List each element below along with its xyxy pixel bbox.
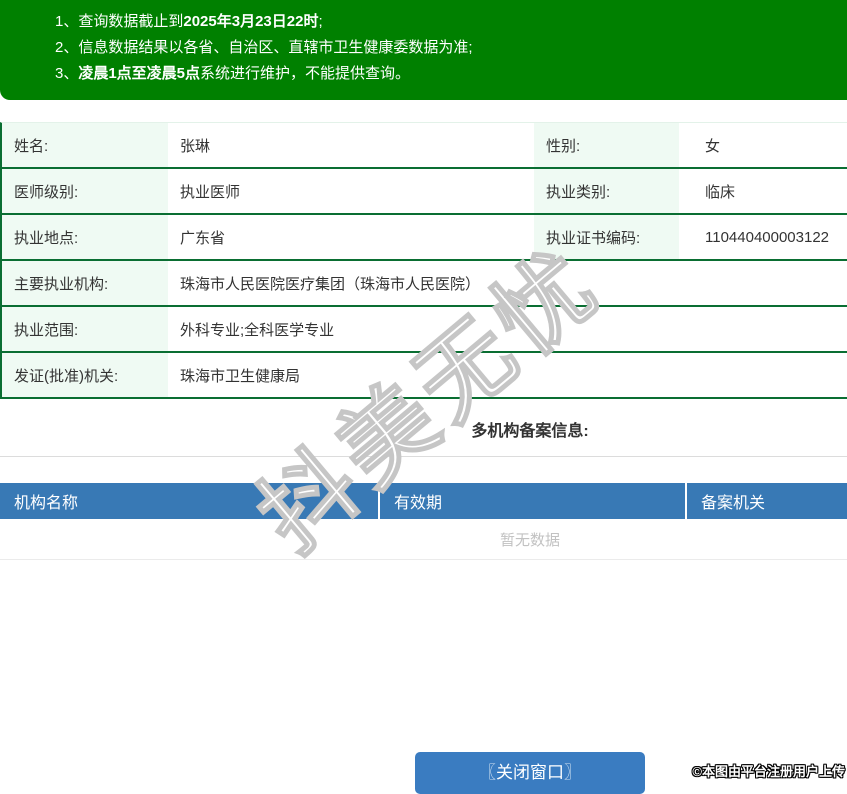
field-value-main-institution: 珠海市人民医院医疗集团（珠海市人民医院） [168,261,847,305]
field-label-issuing-authority: 发证(批准)机关: [2,353,168,397]
field-label-certificate-number: 执业证书编码: [534,215,679,259]
table-row: 主要执业机构: 珠海市人民医院医疗集团（珠海市人民医院） [2,261,847,307]
field-value-practice-scope: 外科专业;全科医学专业 [168,307,847,351]
close-window-button[interactable]: 〖关闭窗口〗 [415,752,645,794]
filing-column-filing-authority: 备案机关 [687,483,847,519]
copyright-text: ©本图由平台注册用户上传 [692,761,845,780]
field-value-certificate-number: 110440400003122 [679,215,847,259]
notice-banner: 1、查询数据截止到2025年3月23日22时; 2、信息数据结果以各省、自治区、… [0,0,847,100]
notice-line-3: 3、凌晨1点至凌晨5点系统进行维护，不能提供查询。 [55,61,847,87]
field-label-practice-scope: 执业范围: [2,307,168,351]
notice-line-1: 1、查询数据截止到2025年3月23日22时; [55,9,847,35]
table-row: 执业地点: 广东省 执业证书编码: 110440400003122 [2,215,847,261]
field-label-main-institution: 主要执业机构: [2,261,168,305]
filing-section-heading: 多机构备案信息: [0,417,847,441]
section-divider [0,456,847,457]
table-row: 执业范围: 外科专业;全科医学专业 [2,307,847,353]
field-label-practice-location: 执业地点: [2,215,168,259]
field-value-practice-location: 广东省 [168,215,534,259]
field-label-name: 姓名: [2,123,168,167]
table-row: 姓名: 张琳 性别: 女 [2,123,847,169]
field-value-gender: 女 [679,123,847,167]
field-label-doctor-level: 医师级别: [2,169,168,213]
filing-column-validity-period: 有效期 [380,483,687,519]
field-value-practice-category: 临床 [679,169,847,213]
table-row: 医师级别: 执业医师 执业类别: 临床 [2,169,847,215]
filing-empty-state: 暂无数据 [0,519,847,560]
field-value-issuing-authority: 珠海市卫生健康局 [168,353,847,397]
field-value-name: 张琳 [168,123,534,167]
practitioner-info-table: 姓名: 张琳 性别: 女 医师级别: 执业医师 执业类别: 临床 执业地点: 广… [0,122,847,399]
notice-line-2: 2、信息数据结果以各省、自治区、直辖市卫生健康委数据为准; [55,35,847,61]
filing-column-institution-name: 机构名称 [0,483,380,519]
page-container: 1、查询数据截止到2025年3月23日22时; 2、信息数据结果以各省、自治区、… [0,0,847,560]
field-label-practice-category: 执业类别: [534,169,679,213]
filing-table-header: 机构名称 有效期 备案机关 [0,483,847,519]
field-label-gender: 性别: [534,123,679,167]
table-row: 发证(批准)机关: 珠海市卫生健康局 [2,353,847,399]
field-value-doctor-level: 执业医师 [168,169,534,213]
